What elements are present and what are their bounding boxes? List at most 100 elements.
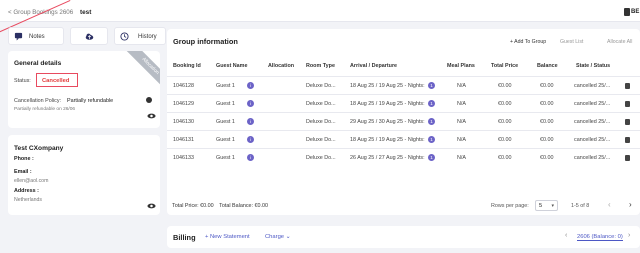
state-status: cancelled 25/... xyxy=(574,137,611,143)
company-name: Test CXompany xyxy=(14,145,64,152)
billing-bar: Billing + New Statement Charge ⌄ ‹ 2606 … xyxy=(167,226,640,248)
meal-plan: N/A xyxy=(457,101,466,107)
guest-name: Guest 1 xyxy=(216,83,235,89)
add-to-group-button[interactable]: + Add To Group xyxy=(510,39,546,45)
guest-info-badge[interactable]: i xyxy=(247,154,254,161)
booking-id[interactable]: 1046128 xyxy=(173,83,194,89)
booking-id[interactable]: 1046129 xyxy=(173,101,194,107)
guest-name: Guest 1 xyxy=(216,101,235,107)
guest-name: Guest 1 xyxy=(216,155,235,161)
address-value: Netherlands xyxy=(14,197,42,203)
caret-down-icon: ▾ xyxy=(551,203,554,209)
notes-icon xyxy=(14,32,23,41)
arrival-departure: 29 Aug 25 / 30 Aug 25 - Nights: xyxy=(350,119,425,125)
col-meal-plans: Meal Plans xyxy=(447,63,475,69)
table-row[interactable]: 1046128 Guest 1 i Deluxe Do... 18 Aug 25… xyxy=(167,76,640,94)
balance: €0.00 xyxy=(540,101,554,107)
nights-badge: 1 xyxy=(428,154,435,161)
cancellation-policy-label: Cancellation Policy: xyxy=(14,98,62,104)
balance: €0.00 xyxy=(540,83,554,89)
col-booking-id: Booking Id xyxy=(173,63,201,69)
phone-label: Phone : xyxy=(14,156,34,162)
general-details-title: General details xyxy=(14,60,62,67)
address-label: Address : xyxy=(14,188,39,194)
new-statement-button[interactable]: + New Statement xyxy=(205,234,250,240)
email-label: Email : xyxy=(14,169,32,175)
action-bar: Notes History xyxy=(8,27,166,45)
trash-icon[interactable] xyxy=(625,101,630,107)
total-price: €0.00 xyxy=(498,83,512,89)
notes-button[interactable]: Notes xyxy=(8,27,64,45)
meal-plan: N/A xyxy=(457,137,466,143)
eye-icon[interactable] xyxy=(147,203,156,209)
guest-list-button[interactable]: Guest List xyxy=(560,39,583,45)
history-button[interactable]: History xyxy=(114,27,166,45)
guest-name: Guest 1 xyxy=(216,119,235,125)
table-row[interactable]: 1046131 Guest 1 i Deluxe Do... 18 Aug 25… xyxy=(167,130,640,148)
trash-icon[interactable] xyxy=(625,83,630,89)
table-row[interactable]: 1046130 Guest 1 i Deluxe Do... 29 Aug 25… xyxy=(167,112,640,130)
room-type: Deluxe Do... xyxy=(306,83,336,89)
cloud-upload-icon xyxy=(85,33,94,40)
status-label: Status: xyxy=(14,78,31,84)
state-status: cancelled 25/... xyxy=(574,83,611,89)
meal-plan: N/A xyxy=(457,119,466,125)
guest-info-badge[interactable]: i xyxy=(247,100,254,107)
rows-per-page-select[interactable]: 5 ▾ xyxy=(535,200,558,211)
totals: Total Price: €0.00 Total Balance: €0.00 xyxy=(172,203,268,209)
trash-icon[interactable] xyxy=(625,155,630,161)
charge-dropdown[interactable]: Charge ⌄ xyxy=(265,234,290,240)
arrival-departure: 26 Aug 25 / 27 Aug 25 - Nights: xyxy=(350,155,425,161)
col-balance: Balance xyxy=(537,63,558,69)
prev-page-icon[interactable]: ‹ xyxy=(608,200,611,209)
next-page-icon[interactable]: › xyxy=(629,200,632,209)
arrival-departure: 18 Aug 25 / 19 Aug 25 - Nights: xyxy=(350,137,425,143)
meal-plan: N/A xyxy=(457,83,466,89)
total-price: €0.00 xyxy=(498,101,512,107)
nights-badge: 1 xyxy=(428,118,435,125)
status-value: Cancelled xyxy=(42,78,70,84)
top-bar: < Group Bookings 2606 test BE xyxy=(0,0,640,22)
trash-icon[interactable] xyxy=(625,137,630,143)
history-label: History xyxy=(138,34,157,40)
table-header: Booking Id Guest Name Allocation Room Ty… xyxy=(167,59,640,75)
prev-statement-icon[interactable]: ‹ xyxy=(565,232,567,239)
total-price: €0.00 xyxy=(498,155,512,161)
booking-id[interactable]: 1046131 xyxy=(173,137,194,143)
guest-info-badge[interactable]: i xyxy=(247,82,254,89)
room-type: Deluxe Do... xyxy=(306,137,336,143)
col-arrival-departure: Arrival / Departure xyxy=(350,63,398,69)
total-balance-summary: Total Balance: €0.00 xyxy=(219,203,269,209)
page-title: test xyxy=(80,9,92,16)
flag-icon[interactable] xyxy=(624,8,630,16)
rows-per-page-value: 5 xyxy=(539,203,543,209)
guest-info-badge[interactable]: i xyxy=(247,136,254,143)
table-row[interactable]: 1046133 Guest 1 i Deluxe Do... 26 Aug 25… xyxy=(167,148,640,166)
language-code[interactable]: BE xyxy=(631,9,639,15)
guest-info-badge[interactable]: i xyxy=(247,118,254,125)
general-details-card: General details Status: Cancelled Alloca… xyxy=(8,51,160,128)
eye-icon[interactable] xyxy=(147,113,156,119)
table-row[interactable]: 1046129 Guest 1 i Deluxe Do... 18 Aug 25… xyxy=(167,94,640,112)
statement-tab[interactable]: 2606 (Balance: 0) xyxy=(577,234,623,241)
cloud-button[interactable] xyxy=(70,27,108,45)
next-statement-icon[interactable]: › xyxy=(628,232,630,239)
nights-badge: 1 xyxy=(428,136,435,143)
col-room-type: Room Type xyxy=(306,63,335,69)
booking-id[interactable]: 1046130 xyxy=(173,119,194,125)
total-price: €0.00 xyxy=(498,119,512,125)
booking-id[interactable]: 1046133 xyxy=(173,155,194,161)
balance: €0.00 xyxy=(540,155,554,161)
nights-badge: 1 xyxy=(428,100,435,107)
allocate-all-button[interactable]: Allocate All xyxy=(607,39,632,45)
info-icon[interactable] xyxy=(146,97,152,103)
group-information-title: Group information xyxy=(173,37,238,46)
state-status: cancelled 25/... xyxy=(574,101,611,107)
nights-badge: 1 xyxy=(428,82,435,89)
guest-name: Guest 1 xyxy=(216,137,235,143)
cancellation-policy-note: Partially refundable on 26/06 xyxy=(14,107,76,112)
email-value: ellen@aol.com xyxy=(14,178,49,184)
rows-per-page-label: Rows per page: xyxy=(491,203,529,209)
trash-icon[interactable] xyxy=(625,119,630,125)
meal-plan: N/A xyxy=(457,155,466,161)
